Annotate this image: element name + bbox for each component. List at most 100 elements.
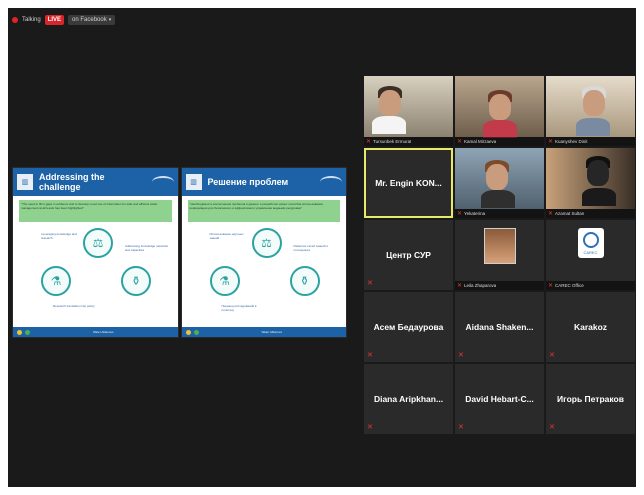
participant-tile[interactable]: Асем Бедаурова ✕	[364, 292, 453, 362]
muted-mic-icon: ✕	[548, 210, 554, 217]
slide-footer-text: Water Alliances	[261, 330, 283, 334]
live-status-bar: Talking LIVE on Facebook ▾	[12, 12, 116, 28]
participant-tile[interactable]: Центр СУР ✕	[364, 220, 453, 290]
recording-label: Talking	[22, 17, 41, 23]
participant-video	[455, 148, 544, 209]
participant-face	[489, 94, 511, 120]
microscope-icon: ⚗	[41, 266, 71, 296]
participant-name: Kamal Mirzaeva	[464, 139, 497, 144]
zoom-meeting-window: Talking LIVE on Facebook ▾ ▥ Addressing …	[8, 8, 636, 487]
flask-icon: ⚱	[121, 266, 151, 296]
slide-header: ▥ Addressing the challenge	[13, 168, 178, 196]
microscope-icon: ⚗	[209, 266, 240, 296]
participant-face	[379, 90, 401, 116]
slide-note: Развитие сетей знаний и потенциала	[293, 244, 329, 252]
slide-note: Перевод исследований в политику	[221, 304, 257, 312]
muted-mic-icon: ✕	[458, 424, 464, 431]
participant-tile[interactable]: ✕ Kuanyshev Dinit	[546, 76, 635, 146]
participant-tile[interactable]: ✕ Leila Zhaparova	[455, 220, 544, 290]
participant-face	[486, 164, 508, 190]
participant-name-label: ✕ Yekaterina	[455, 209, 544, 218]
water-swoosh-icon	[151, 176, 174, 188]
muted-mic-icon: ✕	[457, 282, 463, 289]
slide-english: ▥ Addressing the challenge "The need to …	[12, 167, 179, 338]
slide-note: Addressing knowledge networks and capaci…	[125, 244, 169, 252]
participant-face	[583, 90, 605, 116]
participant-tile[interactable]: Diana Aripkhan... ✕	[364, 364, 453, 434]
partner-logo-icon	[25, 329, 30, 335]
slide-footer-text: Water Alliances	[92, 330, 114, 334]
logo-text: CAREC	[583, 249, 598, 255]
slide-footer: Water Alliances	[13, 327, 178, 337]
live-badge[interactable]: LIVE	[44, 15, 65, 25]
muted-mic-icon: ✕	[366, 138, 372, 145]
active-speaker-tile[interactable]: Mr. Engin KON...	[364, 148, 453, 218]
muted-mic-icon: ✕	[549, 424, 555, 431]
participant-shirt	[582, 188, 616, 206]
participant-name-label: ✕ Leila Zhaparova	[455, 281, 544, 290]
muted-mic-icon: ✕	[548, 138, 554, 145]
participant-shirt	[372, 116, 406, 134]
muted-mic-icon: ✕	[548, 282, 554, 289]
slide-note: Leveraging knowledge and research	[41, 232, 77, 240]
participant-tile[interactable]: ✕ Tursunbek Ermurat	[364, 76, 453, 146]
participant-name: Tursunbek Ermurat	[373, 139, 412, 144]
partner-logo-icon	[185, 329, 191, 335]
participant-gallery: ✕ Tursunbek Ermurat ✕ Kamal Mirzaeva ✕ K…	[364, 76, 635, 434]
participant-face	[587, 160, 609, 186]
partner-logo-icon	[193, 329, 199, 335]
participant-name-label: ✕ CAREC Office	[546, 281, 635, 290]
water-swoosh-icon	[320, 176, 342, 188]
participant-tile[interactable]: Karakoz ✕	[546, 292, 635, 362]
participant-tile[interactable]: David Hebart-C... ✕	[455, 364, 544, 434]
muted-mic-icon: ✕	[458, 352, 464, 359]
slide-note: Research translation into policy	[53, 304, 95, 308]
participant-name: Yekaterina	[464, 211, 486, 216]
flask-icon: ⚱	[289, 266, 320, 296]
participant-name-label: ✕ Kamal Mirzaeva	[455, 137, 544, 146]
participant-tile[interactable]: Aidana Shaken... ✕	[455, 292, 544, 362]
muted-mic-icon: ✕	[457, 210, 463, 217]
participant-name: CAREC Office	[555, 283, 584, 288]
slide-note: Использование научных знаний	[209, 232, 244, 240]
participant-name: Центр СУР	[386, 250, 431, 260]
participant-name: Azamat Sultan	[555, 211, 585, 216]
participant-video	[546, 148, 635, 209]
gavel-icon: ⚖	[83, 228, 113, 258]
muted-mic-icon: ✕	[367, 352, 373, 359]
organization-logo: CAREC	[577, 228, 604, 258]
participant-tile[interactable]: Игорь Петраков ✕	[546, 364, 635, 434]
participant-tile[interactable]: ✕ Azamat Sultan	[546, 148, 635, 218]
participant-video	[455, 76, 544, 138]
slide-diagram: ⚖ ⚗ ⚱ Leveraging knowledge and research …	[13, 226, 178, 321]
partner-logo-icon	[17, 329, 22, 335]
participant-name: David Hebart-C...	[465, 394, 534, 404]
participant-name: Mr. Engin KON...	[375, 178, 442, 188]
participant-tile[interactable]: CAREC ✕ CAREC Office	[546, 220, 635, 290]
live-destination-label: on Facebook	[72, 17, 107, 23]
participant-video	[364, 76, 453, 137]
recording-indicator-icon	[12, 17, 18, 23]
participant-name: Игорь Петраков	[557, 394, 624, 404]
muted-mic-icon: ✕	[549, 352, 555, 359]
participant-tile[interactable]: ✕ Kamal Mirzaeva	[455, 76, 544, 146]
unesco-logo-icon: ▥	[17, 174, 33, 190]
participant-name: Aidana Shaken...	[465, 322, 534, 332]
carec-logo-icon	[582, 231, 599, 248]
shared-screen: ▥ Addressing the challenge "The need to …	[12, 167, 347, 338]
live-destination-dropdown[interactable]: on Facebook ▾	[68, 15, 116, 25]
muted-mic-icon: ✕	[457, 138, 463, 145]
participant-name: Leila Zhaparova	[464, 283, 497, 288]
slide-header: ▥ Решение проблем	[181, 168, 346, 196]
participant-shirt	[481, 190, 515, 208]
slide-title: Addressing the challenge	[39, 172, 105, 192]
slide-quote: "The need to fill in gaps in evidence an…	[19, 200, 172, 222]
slide-quote: "Необходимость восполнения пробелов в да…	[187, 200, 340, 222]
participant-name: Karakoz	[573, 322, 608, 332]
participant-tile[interactable]: ✕ Yekaterina	[455, 148, 544, 218]
muted-mic-icon: ✕	[367, 280, 373, 287]
participant-name-label: ✕ Kuanyshev Dinit	[546, 137, 635, 146]
participant-shirt	[576, 118, 610, 136]
participant-photo	[483, 228, 516, 264]
participant-name-label: ✕ Azamat Sultan	[546, 209, 635, 218]
